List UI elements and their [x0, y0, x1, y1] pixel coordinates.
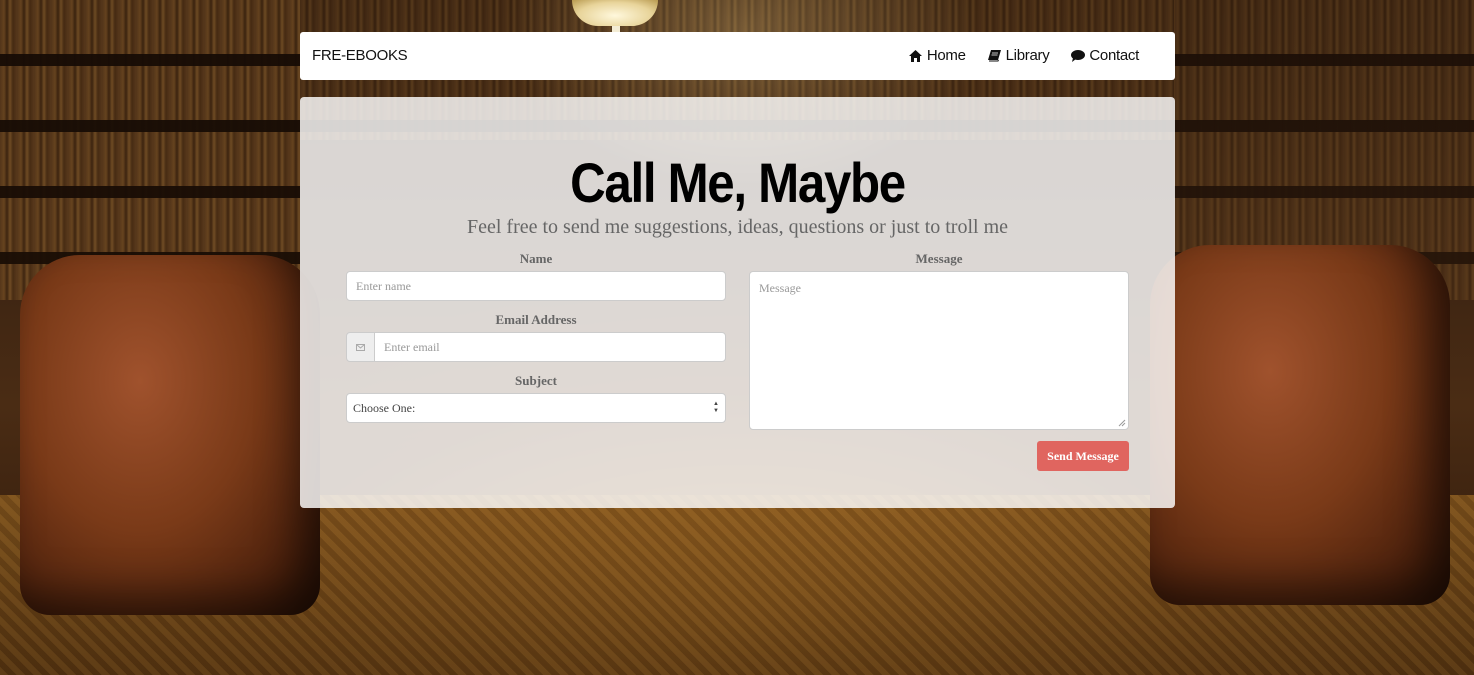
- armchair-right: [1150, 245, 1450, 605]
- comment-icon: [1071, 49, 1086, 63]
- email-placeholder: Enter email: [384, 339, 440, 354]
- nav-library-label: Library: [1005, 47, 1050, 64]
- nav-home-link[interactable]: Home: [909, 47, 966, 64]
- email-label: Email Address: [495, 312, 577, 327]
- navbar: FRE-EBOOKS Home Library Contact: [300, 32, 1175, 80]
- nav-links: Home Library Contact: [909, 47, 1139, 64]
- page-subtitle: Feel free to send me suggestions, ideas,…: [466, 216, 1009, 238]
- email-input[interactable]: Enter email: [374, 332, 726, 362]
- message-label: Message: [915, 251, 963, 266]
- subject-selected: Choose One:: [353, 400, 416, 415]
- book-icon: [988, 49, 1002, 63]
- select-arrows-icon: ▲ ▼: [713, 401, 719, 414]
- envelope-icon: [346, 332, 375, 362]
- nav-contact-link[interactable]: Contact: [1071, 47, 1139, 64]
- message-placeholder: Message: [759, 281, 801, 295]
- nav-library-link[interactable]: Library: [988, 47, 1050, 64]
- name-input[interactable]: Enter name: [346, 271, 726, 301]
- nav-contact-label: Contact: [1089, 47, 1139, 64]
- resize-grip-icon[interactable]: [1118, 419, 1126, 427]
- subject-select[interactable]: Choose One: ▲ ▼: [346, 393, 726, 423]
- armchair-left: [20, 255, 320, 615]
- page-title: Call Me, Maybe: [570, 151, 906, 214]
- name-label: Name: [519, 251, 553, 266]
- contact-panel: Call Me, Maybe Feel free to send me sugg…: [300, 97, 1175, 508]
- home-icon: [909, 49, 923, 63]
- brand-link[interactable]: FRE-EBOOKS: [312, 47, 408, 64]
- message-textarea[interactable]: Message: [749, 271, 1129, 430]
- lamp: [572, 0, 658, 26]
- name-placeholder: Enter name: [356, 278, 411, 293]
- nav-home-label: Home: [926, 47, 966, 64]
- subject-label: Subject: [515, 373, 557, 388]
- send-message-button[interactable]: Send Message: [1037, 441, 1129, 471]
